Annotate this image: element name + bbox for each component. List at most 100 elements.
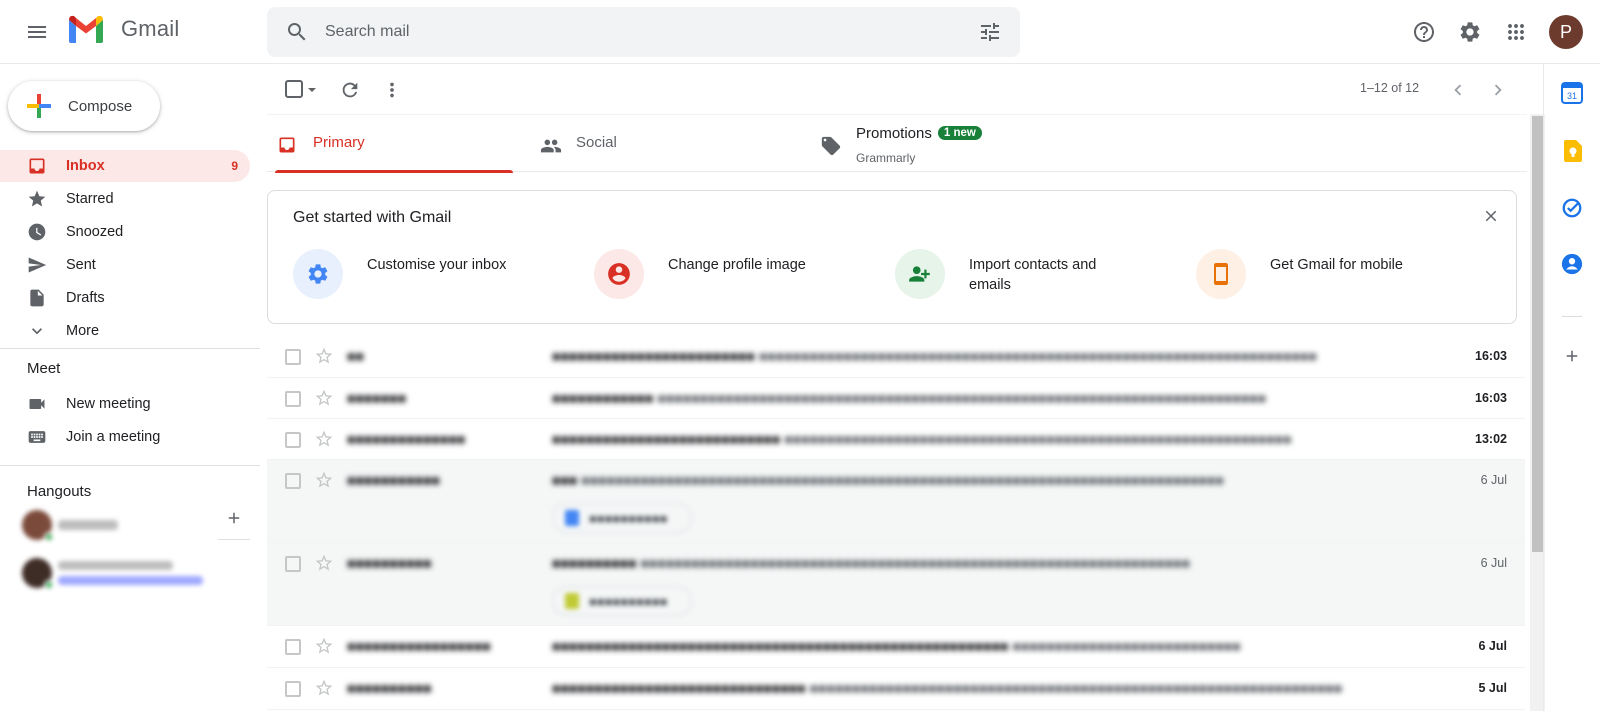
older-button[interactable] bbox=[1487, 79, 1509, 101]
get-started-import-contacts[interactable]: Import contacts and emails bbox=[895, 249, 1185, 301]
star-outline-icon[interactable] bbox=[314, 388, 334, 408]
gmail-m-icon bbox=[69, 15, 103, 43]
subject-redacted: ■■■■■■■■■■■■■■■■■■■■■■■■■■■ ■■■■■■■■■■■■… bbox=[552, 431, 1292, 447]
row-checkbox[interactable] bbox=[285, 349, 301, 365]
row-checkbox[interactable] bbox=[285, 432, 301, 448]
search-icon[interactable] bbox=[285, 20, 309, 44]
top-header: Gmail P bbox=[0, 0, 1600, 64]
table-row[interactable]: ■■■■■■■■■■ ■■■■■■■■■■ ■■■■■■■■■■■■■■■■■■… bbox=[267, 543, 1525, 626]
keep-app-button[interactable] bbox=[1561, 140, 1583, 162]
email-date: 16:03 bbox=[1475, 391, 1507, 405]
gear-icon bbox=[1460, 22, 1480, 42]
calendar-app-button[interactable]: 31 bbox=[1561, 82, 1583, 104]
table-row[interactable]: ■■ ■■■■■■■■■■■■■■■■■■■■■■■■ ■■■■■■■■■■■■… bbox=[267, 336, 1525, 378]
apps-button[interactable] bbox=[1496, 12, 1536, 52]
tab-label: Social bbox=[576, 134, 617, 151]
sidebar-item-starred[interactable]: Starred bbox=[0, 183, 250, 215]
get-started-mobile-app[interactable]: Get Gmail for mobile bbox=[1196, 249, 1486, 301]
attachment-chip[interactable]: ■■■■■■■■■■ bbox=[552, 586, 692, 616]
inbox-unread-count: 9 bbox=[231, 159, 238, 173]
support-button[interactable] bbox=[1404, 12, 1444, 52]
scrollbar-thumb[interactable] bbox=[1532, 116, 1543, 552]
newer-button[interactable] bbox=[1447, 79, 1469, 101]
chevron-down-icon bbox=[27, 321, 47, 341]
star-outline-icon[interactable] bbox=[314, 553, 334, 573]
table-row[interactable]: ■■■■■■■■■■ ■■■■■■■■■■■■■■■■■■■■■■■■■■■■■… bbox=[267, 668, 1525, 710]
new-conversation-button[interactable] bbox=[225, 509, 243, 527]
more-actions-button[interactable] bbox=[381, 79, 403, 101]
star-outline-icon[interactable] bbox=[314, 346, 334, 366]
tab-social[interactable]: Social bbox=[530, 115, 775, 173]
get-started-profile-image[interactable]: Change profile image bbox=[594, 249, 884, 301]
row-checkbox[interactable] bbox=[285, 681, 301, 697]
side-panel: 31 bbox=[1543, 64, 1600, 711]
contact-info-blurred bbox=[58, 561, 203, 585]
star-outline-icon[interactable] bbox=[314, 678, 334, 698]
sidebar-item-inbox[interactable]: Inbox 9 bbox=[0, 150, 250, 182]
search-bar[interactable] bbox=[267, 7, 1020, 57]
subject-redacted: ■■■■■■■■■■■■ ■■■■■■■■■■■■■■■■■■■■■■■■■■■… bbox=[552, 390, 1267, 406]
table-row[interactable]: ■■■■■■■■■■■ ■■■ ■■■■■■■■■■■■■■■■■■■■■■■■… bbox=[267, 460, 1525, 543]
sidebar-item-sent[interactable]: Sent bbox=[0, 249, 250, 281]
star-outline-icon[interactable] bbox=[314, 429, 334, 449]
search-options-icon[interactable] bbox=[978, 20, 1002, 44]
help-icon bbox=[1414, 22, 1434, 42]
row-checkbox[interactable] bbox=[285, 391, 301, 407]
sender-redacted: ■■■■■■■■■■ bbox=[347, 555, 432, 571]
meet-new-meeting[interactable]: New meeting bbox=[0, 388, 250, 420]
star-outline-icon[interactable] bbox=[314, 636, 334, 656]
get-started-label: Get Gmail for mobile bbox=[1270, 257, 1403, 273]
chevron-left-icon bbox=[1454, 84, 1462, 96]
hangouts-contact-row[interactable] bbox=[22, 558, 203, 590]
tab-label-wrap: Promotions 1 new bbox=[856, 125, 982, 142]
attachment-chip[interactable]: ■■■■■■■■■■ bbox=[552, 503, 692, 533]
tab-promotions[interactable]: Promotions 1 new Grammarly bbox=[810, 115, 1055, 173]
settings-button[interactable] bbox=[1450, 12, 1490, 52]
compose-label: Compose bbox=[68, 97, 133, 115]
category-tabs: Primary Social Promotions 1 new Grammarly bbox=[267, 114, 1527, 173]
plus-icon bbox=[1566, 350, 1578, 362]
tab-label: Promotions bbox=[856, 125, 932, 142]
svg-text:31: 31 bbox=[1567, 91, 1577, 101]
sender-redacted: ■■■■■■■ bbox=[347, 390, 407, 406]
close-get-started-button[interactable] bbox=[1482, 207, 1500, 225]
table-row[interactable]: ■■■■■■■■■■■■■■■■■ ■■■■■■■■■■■■■■■■■■■■■■… bbox=[267, 626, 1525, 668]
sidebar-divider bbox=[0, 465, 260, 466]
subject-redacted: ■■■■■■■■■■ ■■■■■■■■■■■■■■■■■■■■■■■■■■■■■… bbox=[552, 555, 1191, 571]
main-menu-button[interactable] bbox=[17, 12, 57, 52]
left-sidebar: Compose Inbox 9 Starred Snoozed Sent Dra… bbox=[0, 64, 260, 711]
people-icon bbox=[540, 135, 562, 157]
tag-icon bbox=[820, 135, 842, 157]
tab-primary[interactable]: Primary bbox=[267, 115, 513, 173]
sender-redacted: ■■■■■■■■■■ bbox=[347, 680, 432, 696]
email-date: 6 Jul bbox=[1478, 639, 1508, 653]
select-all-checkbox[interactable] bbox=[285, 80, 321, 100]
get-started-customise-inbox[interactable]: Customise your inbox bbox=[293, 249, 583, 301]
side-panel-divider bbox=[1562, 316, 1582, 317]
account-avatar[interactable]: P bbox=[1549, 15, 1583, 49]
contacts-app-button[interactable] bbox=[1561, 253, 1583, 275]
row-checkbox[interactable] bbox=[285, 556, 301, 572]
star-outline-icon[interactable] bbox=[314, 470, 334, 490]
hangouts-user-row[interactable] bbox=[22, 510, 118, 542]
table-row[interactable]: ■■■■■■■ ■■■■■■■■■■■■ ■■■■■■■■■■■■■■■■■■■… bbox=[267, 378, 1525, 419]
table-row[interactable]: ■■■■■■■■■■■■■■ ■■■■■■■■■■■■■■■■■■■■■■■■■… bbox=[267, 419, 1525, 460]
refresh-button[interactable] bbox=[339, 79, 361, 101]
new-badge: 1 new bbox=[937, 126, 982, 140]
compose-button[interactable]: Compose bbox=[8, 81, 160, 131]
tasks-app-button[interactable] bbox=[1561, 197, 1583, 219]
email-date: 16:03 bbox=[1475, 349, 1507, 363]
search-input[interactable] bbox=[325, 7, 925, 57]
sidebar-item-snoozed[interactable]: Snoozed bbox=[0, 216, 250, 248]
gmail-logo[interactable]: Gmail bbox=[67, 14, 179, 44]
sidebar-item-more[interactable]: More bbox=[0, 315, 250, 347]
meet-join-meeting[interactable]: Join a meeting bbox=[0, 421, 250, 453]
email-date: 6 Jul bbox=[1480, 556, 1507, 570]
row-checkbox[interactable] bbox=[285, 639, 301, 655]
sidebar-item-drafts[interactable]: Drafts bbox=[0, 282, 250, 314]
row-checkbox[interactable] bbox=[285, 473, 301, 489]
get-addons-button[interactable] bbox=[1561, 345, 1583, 367]
plus-icon bbox=[228, 512, 240, 524]
add-people-icon bbox=[895, 249, 945, 299]
settings-gear-icon bbox=[293, 249, 343, 299]
